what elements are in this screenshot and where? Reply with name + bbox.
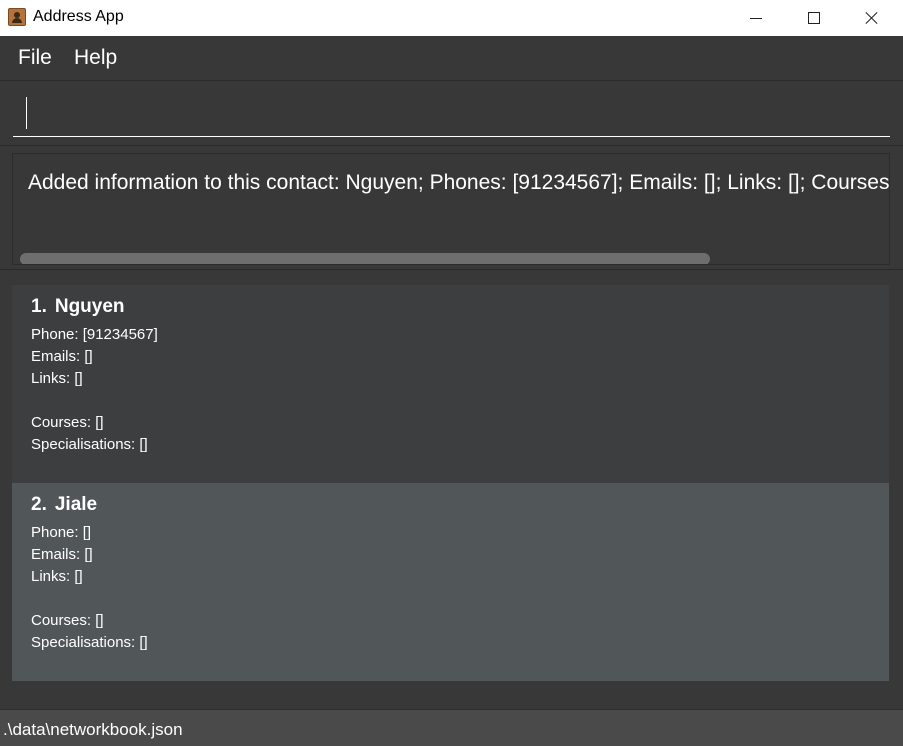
contact-name-row: 1. Nguyen <box>31 296 889 320</box>
title-bar: Address App <box>0 0 903 36</box>
contact-links: Links: [] <box>31 370 83 387</box>
contact-specialisations: Specialisations: [] <box>31 634 148 651</box>
contact-courses: Courses: [] <box>31 612 104 629</box>
minimize-icon <box>750 17 762 19</box>
address-book-icon <box>8 8 26 26</box>
result-display: Added information to this contact: Nguye… <box>0 147 903 270</box>
menu-bar: File Help <box>0 36 903 81</box>
contact-specialisations: Specialisations: [] <box>31 436 148 453</box>
contact-name-row: 2. Jiale <box>31 494 889 518</box>
contact-emails: Emails: [] <box>31 348 93 365</box>
contact-phone: Phone: [91234567] <box>31 326 158 343</box>
menu-help[interactable]: Help <box>74 46 117 70</box>
maximize-button[interactable] <box>785 0 843 36</box>
contact-courses: Courses: [] <box>31 414 104 431</box>
result-message: Added information to this contact: Nguye… <box>28 171 890 194</box>
contact-spacer <box>31 588 889 610</box>
contact-links: Links: [] <box>31 568 83 585</box>
contact-index: 1. <box>31 296 47 317</box>
window-title: Address App <box>33 8 124 25</box>
maximize-icon <box>808 12 820 24</box>
command-box <box>0 81 903 146</box>
contact-card-selected[interactable]: 2. Jiale Phone: [] Emails: [] Links: [] C… <box>12 483 889 681</box>
menu-file[interactable]: File <box>18 46 52 70</box>
contact-index: 2. <box>31 494 47 515</box>
contact-name: Nguyen <box>54 296 125 317</box>
status-bar: .\data\networkbook.json <box>0 709 903 746</box>
save-location: .\data\networkbook.json <box>3 720 183 739</box>
result-box: Added information to this contact: Nguye… <box>12 153 890 265</box>
close-icon <box>865 11 879 25</box>
text-caret <box>26 97 27 129</box>
contact-name: Jiale <box>54 494 98 515</box>
close-button[interactable] <box>843 0 901 36</box>
horizontal-scrollbar[interactable] <box>20 253 710 264</box>
contact-list: 1. Nguyen Phone: [91234567] Emails: [] Li… <box>0 272 903 708</box>
contact-emails: Emails: [] <box>31 546 93 563</box>
command-input[interactable] <box>13 91 890 137</box>
minimize-button[interactable] <box>727 0 785 36</box>
contact-spacer <box>31 390 889 412</box>
contact-card[interactable]: 1. Nguyen Phone: [91234567] Emails: [] Li… <box>12 285 889 483</box>
contact-phone: Phone: [] <box>31 524 92 541</box>
